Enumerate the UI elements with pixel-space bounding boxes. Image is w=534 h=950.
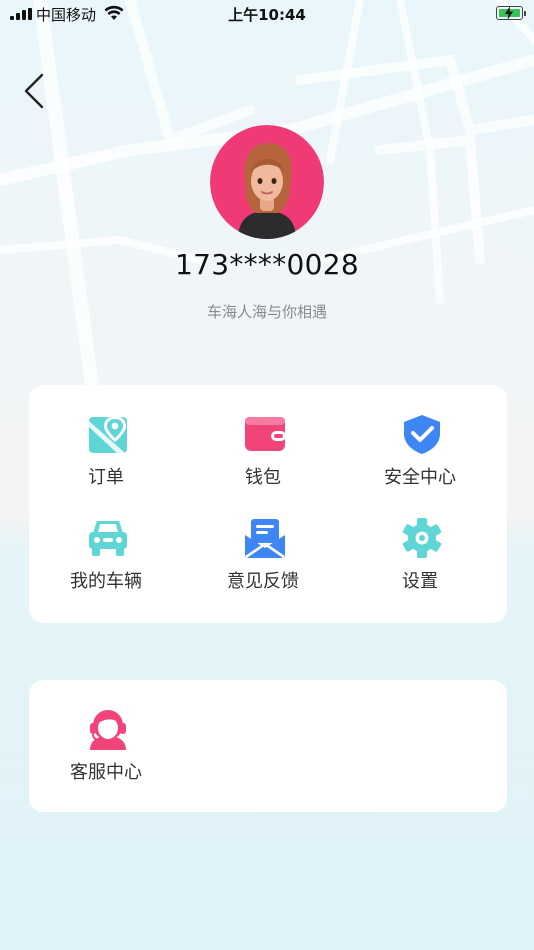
- menu-item-customer-service[interactable]: 客服中心: [31, 708, 181, 808]
- menu-item-feedback[interactable]: 意见反馈: [188, 517, 338, 617]
- gear-icon: [402, 518, 442, 558]
- menu-item-label: 安全中心: [384, 467, 456, 488]
- menu-card: 订单 钱包 安全中心 我的车辆 意见反馈 设置: [29, 385, 507, 623]
- map-pin-icon: [89, 416, 127, 453]
- menu-item-label: 钱包: [245, 467, 281, 488]
- avatar[interactable]: [210, 125, 324, 239]
- user-slogan: 车海人海与你相遇: [206, 303, 327, 321]
- menu-item-label: 客服中心: [70, 762, 142, 783]
- menu-item-orders[interactable]: 订单: [31, 413, 181, 513]
- menu-item-settings[interactable]: 设置: [345, 517, 495, 617]
- status-bar: 中国移动 上午10:44: [0, 0, 534, 28]
- customer-service-icon: [90, 710, 126, 750]
- menu-item-label: 设置: [402, 571, 438, 592]
- feedback-envelope-icon: [245, 519, 285, 559]
- menu-item-security[interactable]: 安全中心: [345, 413, 495, 513]
- back-button[interactable]: [20, 72, 48, 112]
- battery-tip: [524, 11, 526, 16]
- shield-check-icon: [404, 415, 440, 454]
- status-time: 上午10:44: [228, 6, 306, 24]
- menu-item-wallet[interactable]: 钱包: [188, 413, 338, 513]
- menu-item-label: 我的车辆: [70, 571, 142, 592]
- menu-item-label: 订单: [88, 467, 124, 488]
- menu-item-label: 意见反馈: [227, 571, 299, 592]
- chevron-left-icon: [24, 73, 44, 109]
- service-card: 客服中心: [29, 680, 507, 812]
- car-icon: [89, 521, 127, 556]
- menu-item-my-vehicles[interactable]: 我的车辆: [31, 517, 181, 617]
- user-phone: 173****0028: [174, 248, 359, 281]
- wallet-icon: [245, 417, 286, 451]
- battery-icon: [496, 6, 523, 20]
